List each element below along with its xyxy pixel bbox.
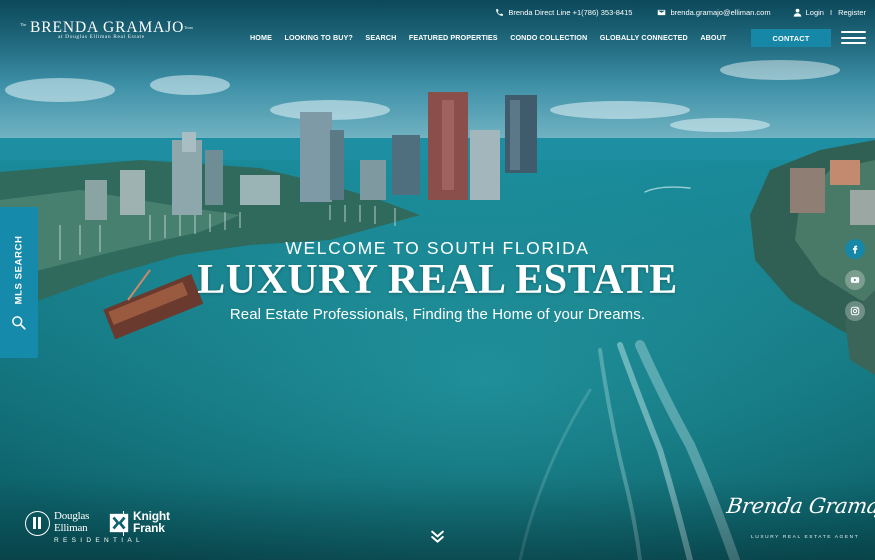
agent-signature-logo: Brenda Gramajo LUXURY REAL ESTATE AGENT: [725, 494, 875, 546]
envelope-icon: [658, 9, 666, 15]
brand-frank: Frank: [133, 521, 165, 535]
douglas-elliman-wordmark: Douglas Elliman: [54, 510, 89, 534]
top-contact-bar: Brenda Direct Line +1(786) 353-8415 bren…: [495, 5, 866, 19]
nav-search[interactable]: SEARCH: [365, 33, 396, 42]
main-nav: HOME LOOKING TO BUY? SEARCH FEATURED PRO…: [250, 33, 739, 42]
facebook-link[interactable]: [845, 239, 865, 259]
brand-elliman: Elliman: [54, 522, 88, 534]
email-link[interactable]: brenda.gramajo@elliman.com: [657, 7, 771, 17]
register-link[interactable]: Register: [838, 8, 866, 17]
nav-looking-to-buy[interactable]: LOOKING TO BUY?: [284, 33, 352, 42]
login-text: Login: [805, 7, 824, 17]
signature-tagline: LUXURY REAL ESTATE AGENT: [751, 535, 860, 540]
logo-prefix: The: [20, 22, 27, 27]
signature-script: Brenda Gramajo: [725, 494, 875, 518]
nav-condo-collection[interactable]: CONDO COLLECTION: [510, 33, 587, 42]
douglas-elliman-emblem-icon: [25, 511, 50, 536]
nav-about[interactable]: ABOUT: [700, 33, 726, 42]
brand-douglas: Douglas: [54, 510, 90, 522]
menu-icon[interactable]: [841, 31, 866, 44]
instagram-icon: [850, 306, 860, 316]
contact-button[interactable]: CONTACT: [751, 29, 831, 47]
phone-text: Brenda Direct Line +1(786) 353-8415: [508, 7, 633, 17]
facebook-icon: [852, 245, 858, 254]
brand-residential: RESIDENTIAL: [54, 537, 144, 544]
site-logo[interactable]: The BRENDA GRAMAJO Team at Douglas Ellim…: [20, 19, 195, 46]
knight-frank-wordmark: Knight Frank: [133, 510, 170, 534]
douglas-elliman-knight-frank-logo[interactable]: Douglas Elliman Knight Frank RESIDENTIAL: [25, 509, 175, 549]
youtube-icon: [850, 277, 860, 283]
hero-title: LUXURY REAL ESTATE: [197, 257, 678, 303]
knight-frank-emblem-icon: [109, 513, 129, 533]
logo-subline: at Douglas Elliman Real Estate: [58, 34, 145, 40]
login-link[interactable]: Login: [793, 8, 824, 17]
user-icon: [793, 8, 801, 17]
nav-home[interactable]: HOME: [250, 33, 272, 42]
youtube-link[interactable]: [845, 270, 865, 290]
scroll-down-chevron-icon[interactable]: [429, 529, 446, 545]
instagram-link[interactable]: [845, 301, 865, 321]
phone-link[interactable]: Brenda Direct Line +1(786) 353-8415: [495, 8, 632, 17]
logo-suffix: Team: [184, 25, 193, 30]
email-text: brenda.gramajo@elliman.com: [670, 7, 771, 17]
hero-subtitle: Real Estate Professionals, Finding the H…: [229, 306, 646, 323]
nav-globally-connected[interactable]: GLOBALLY CONNECTED: [600, 33, 688, 42]
topbar-separator: I: [829, 7, 833, 17]
nav-featured-properties[interactable]: FEATURED PROPERTIES: [409, 33, 498, 42]
phone-icon: [496, 8, 504, 16]
